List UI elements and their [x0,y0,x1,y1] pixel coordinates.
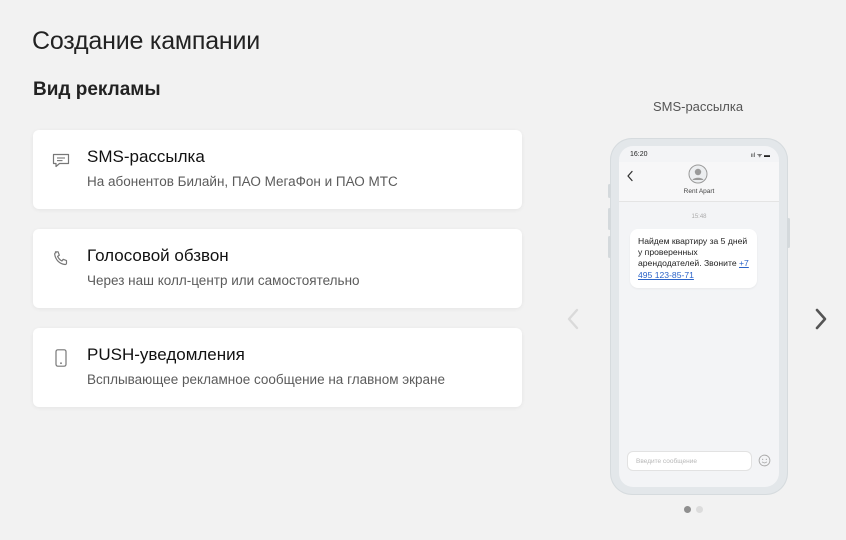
back-chevron-icon [627,170,633,182]
contact-avatar-icon [688,164,708,184]
phone-screen: 16:20 ııl ᯤ ▬ Rent Apart 15:48 Найдем кв… [619,146,779,487]
option-title: Голосовой обзвон [87,246,229,265]
option-description: Через наш колл-центр или самостоятельно [87,273,360,288]
smartphone-icon [55,349,67,367]
phone-call-icon [54,251,68,266]
phone-side-button [608,236,611,258]
phone-side-button [608,208,611,230]
option-card-sms[interactable]: SMS-рассылка На абонентов Билайн, ПАО Ме… [33,130,522,209]
message-bubble: Найдем квартиру за 5 дней у проверенных … [630,229,757,288]
carousel-dots [684,506,714,516]
carousel-dot-active[interactable] [684,506,691,513]
message-text: Найдем квартиру за 5 дней у проверенных … [638,236,748,269]
phone-mockup: 16:20 ııl ᯤ ▬ Rent Apart 15:48 Найдем кв… [608,138,790,495]
option-card-push[interactable]: PUSH-уведомления Всплывающее рекламное с… [33,328,522,407]
phone-side-button [608,184,611,198]
contact-name: Rent Apart [683,188,715,195]
status-time: 16:20 [630,151,648,158]
option-title: SMS-рассылка [87,147,205,166]
preview-label: SMS-рассылка [652,99,744,114]
option-card-voice[interactable]: Голосовой обзвон Через наш колл-центр ил… [33,229,522,308]
page-title: Создание кампании [32,27,261,55]
section-title: Вид рекламы [33,79,161,100]
message-time: 15:48 [691,214,707,220]
next-arrow-icon[interactable] [811,305,831,333]
message-icon [52,153,70,168]
chat-header: Rent Apart [619,162,779,202]
message-input: Введите сообщение [627,451,752,471]
phone-side-button [787,218,790,248]
status-icons: ııl ᯤ ▬ [750,153,770,159]
option-description: Всплывающее рекламное сообщение на главн… [87,372,446,387]
carousel-dot[interactable] [696,506,703,513]
previous-arrow-icon[interactable] [563,305,583,333]
option-title: PUSH-уведомления [87,345,245,364]
emoji-icon [758,454,771,467]
option-description: На абонентов Билайн, ПАО МегаФон и ПАО М… [87,174,398,189]
